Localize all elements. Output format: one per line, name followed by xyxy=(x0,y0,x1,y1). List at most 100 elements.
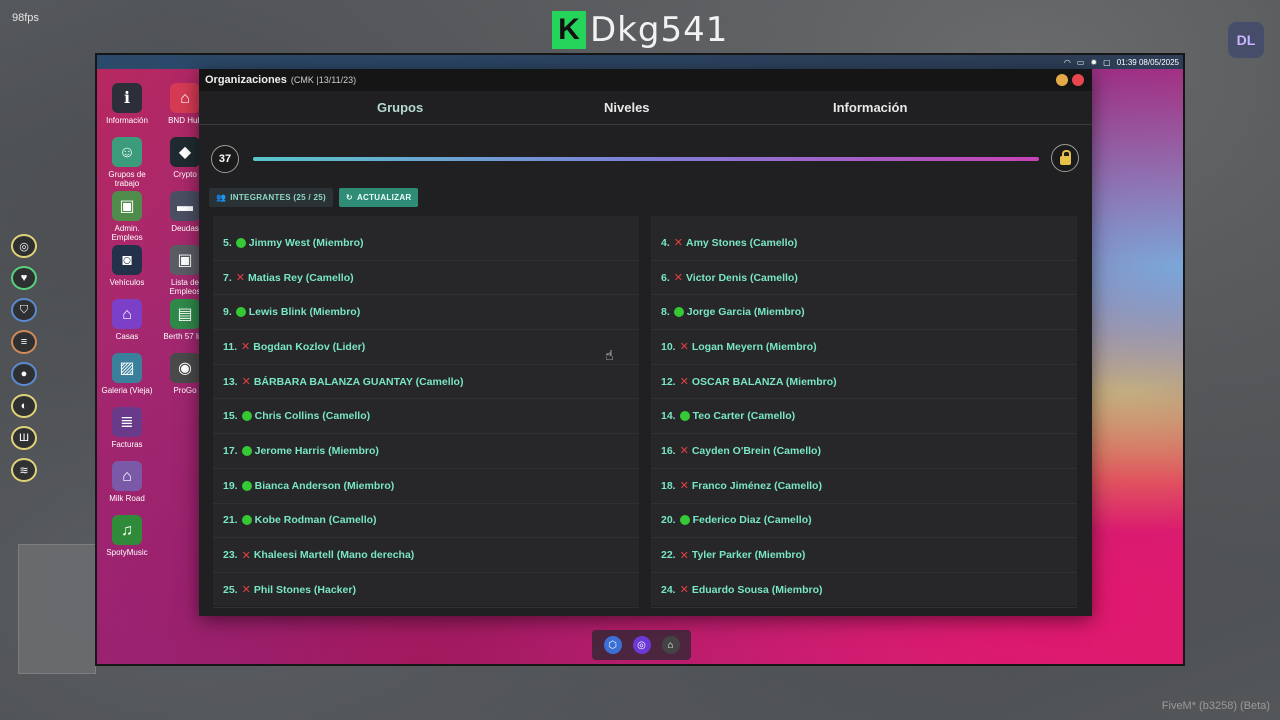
minimap xyxy=(18,544,96,674)
member-number: 16. xyxy=(661,444,676,457)
app-spotymusic[interactable]: ♫ SpotyMusic xyxy=(99,515,155,557)
window-titlebar[interactable]: Organizaciones (CMK |13/11/23) xyxy=(199,69,1092,91)
watermark-text: Dkg541 xyxy=(590,10,729,50)
network-icon[interactable]: ⬡ xyxy=(603,636,622,654)
list-item: 14. Teo Carter (Camello) xyxy=(651,399,1077,435)
member-name: Franco Jiménez (Camello) xyxy=(691,479,822,492)
app-grupos-de-trabajo[interactable]: ☺ Grupos de trabajo xyxy=(99,137,155,188)
app-informaci-n[interactable]: ℹ Información xyxy=(99,83,155,125)
online-status-icon xyxy=(235,307,246,318)
member-number: 15. xyxy=(223,410,238,423)
bank-icon: ⌂ xyxy=(170,83,200,113)
app-admin-empleos[interactable]: ▣ Admin. Empleos xyxy=(99,191,155,242)
refresh-button[interactable]: ↻ ACTUALIZAR xyxy=(338,188,419,207)
settings-icon[interactable]: ✹ xyxy=(1090,58,1097,67)
refresh-button-label: ACTUALIZAR xyxy=(356,193,412,202)
browser-icon[interactable]: ◎ xyxy=(632,636,651,654)
offline-status-icon: ✕ xyxy=(679,584,689,597)
member-number: 4. xyxy=(661,236,670,249)
fps-counter: 98fps xyxy=(12,12,39,24)
list-item: 13. ✕ BÁRBARA BALANZA GUANTAY (Camello) xyxy=(213,365,639,400)
member-name: Jorge Garcia (Miembro) xyxy=(686,306,805,319)
member-number: 20. xyxy=(661,514,676,527)
offline-status-icon: ✕ xyxy=(679,341,689,354)
camera-icon: ◉ xyxy=(170,353,200,383)
members-list-left: 5. Jimmy West (Miembro) 7. ✕ Matias Rey (Cam… xyxy=(213,216,639,608)
level-progress: 37 xyxy=(209,143,1079,173)
truck-icon: ▤ xyxy=(170,299,200,329)
level-progress-fill xyxy=(253,157,1039,161)
server-logo: DL xyxy=(1228,22,1264,58)
list-item: 22. ✕ Tyler Parker (Miembro) xyxy=(651,538,1077,573)
offline-status-icon: ✕ xyxy=(679,549,689,562)
mouse-cursor: ☝ xyxy=(605,347,614,363)
offline-status-icon: ✕ xyxy=(235,272,245,285)
app-milk-road[interactable]: ⌂ Milk Road xyxy=(99,461,155,503)
member-name: Teo Carter (Camello) xyxy=(692,410,796,423)
member-name: Bianca Anderson (Miembro) xyxy=(254,479,395,492)
tab-bar: Grupos Niveles Información xyxy=(199,91,1092,125)
offline-status-icon: ✕ xyxy=(241,341,251,354)
clock: 01:39 08/05/2025 xyxy=(1116,57,1179,67)
list-item: 19. Bianca Anderson (Miembro) xyxy=(213,469,639,504)
member-name: Bogdan Kozlov (Lider) xyxy=(253,340,366,353)
hud-status-icons: ◎ ♥ ⛉ ≡ ● ◐ Ш ≋ xyxy=(11,234,37,482)
app-label: Información xyxy=(106,116,148,125)
lock-icon xyxy=(1059,149,1071,165)
refresh-icon: ↻ xyxy=(345,193,353,202)
tab-niveles[interactable]: Niveles xyxy=(604,100,650,115)
close-button[interactable] xyxy=(1072,74,1084,86)
list-item: 4. ✕ Amy Stones (Camello) xyxy=(651,226,1077,261)
briefcase-icon: ▣ xyxy=(112,191,142,221)
window-title: Organizaciones xyxy=(205,74,287,86)
stress-icon: ≋ xyxy=(11,458,37,482)
offline-status-icon: ✕ xyxy=(241,376,251,389)
app-casas[interactable]: ⌂ Casas xyxy=(99,299,155,341)
members-button[interactable]: 👥 INTEGRANTES (25 / 25) xyxy=(209,188,333,207)
member-number: 23. xyxy=(223,549,238,562)
member-number: 22. xyxy=(661,549,676,562)
card-icon: ▬ xyxy=(170,191,200,221)
member-number: 8. xyxy=(661,306,670,319)
wifi-icon: ◠ xyxy=(1063,57,1071,67)
member-name: Jerome Harris (Miembro) xyxy=(254,444,379,457)
water-icon: ● xyxy=(11,362,37,386)
gallery-icon: ▨ xyxy=(112,353,142,383)
stamina-icon: Ш xyxy=(11,426,37,450)
tab-grupos[interactable]: Grupos xyxy=(377,100,423,115)
info-icon: ℹ xyxy=(112,83,142,113)
member-number: 5. xyxy=(223,236,232,249)
armor-icon: ⛉ xyxy=(11,298,37,322)
minimize-button[interactable] xyxy=(1056,74,1068,86)
offline-status-icon: ✕ xyxy=(241,549,251,562)
hunger-icon: ◎ xyxy=(11,234,37,258)
app-label: Facturas xyxy=(111,440,143,449)
invoice-icon: ≣ xyxy=(112,407,142,437)
list-item: 17. Jerome Harris (Miembro) xyxy=(213,434,639,469)
member-number: 25. xyxy=(223,583,238,596)
offline-status-icon: ✕ xyxy=(673,272,683,285)
shop-icon[interactable]: ⌂ xyxy=(661,636,680,654)
list-item: 24. ✕ Eduardo Sousa (Miembro) xyxy=(651,573,1077,608)
member-name: BÁRBARA BALANZA GUANTAY (Camello) xyxy=(253,375,464,388)
watermark-logo: K xyxy=(552,11,586,49)
online-status-icon xyxy=(679,411,690,422)
app-galeria-vieja-[interactable]: ▨ Galeria (Vieja) xyxy=(99,353,155,395)
online-status-icon xyxy=(241,480,252,491)
member-number: 19. xyxy=(223,479,238,492)
current-level: 37 xyxy=(211,145,239,173)
member-name: Cayden O'Brein (Camello) xyxy=(691,444,821,457)
app-label: Casas xyxy=(115,332,139,341)
member-number: 11. xyxy=(223,340,238,353)
app-label: SpotyMusic xyxy=(106,548,148,557)
member-number: 7. xyxy=(223,271,232,284)
offline-status-icon: ✕ xyxy=(673,237,683,250)
tab-informacion[interactable]: Información xyxy=(833,100,907,115)
member-number: 13. xyxy=(223,375,238,388)
member-number: 24. xyxy=(661,583,676,596)
app-facturas[interactable]: ≣ Facturas xyxy=(99,407,155,449)
list-item: 25. ✕ Phil Stones (Hacker) xyxy=(213,573,639,608)
offline-status-icon: ✕ xyxy=(679,376,689,389)
app-veh-culos[interactable]: ◙ Vehículos xyxy=(99,245,155,287)
app-label: Admin. Empleos xyxy=(111,224,143,242)
